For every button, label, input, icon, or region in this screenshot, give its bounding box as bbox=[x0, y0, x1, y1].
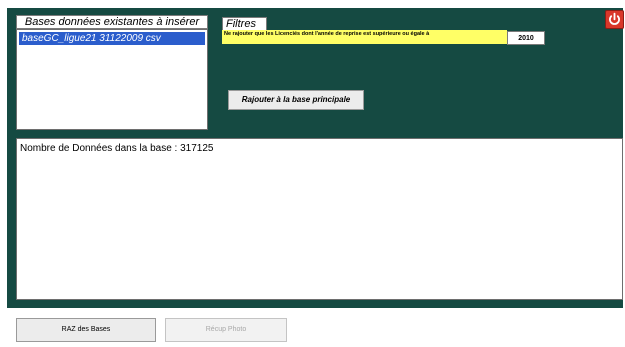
power-button[interactable] bbox=[605, 10, 624, 29]
data-area[interactable]: Nombre de Données dans la base : 317125 bbox=[16, 138, 623, 300]
power-icon bbox=[609, 12, 620, 25]
bases-list[interactable]: baseGC_ligue21 31122009 csv bbox=[16, 29, 208, 130]
filters-label: Filtres bbox=[222, 17, 267, 31]
add-to-main-base-button[interactable]: Rajouter à la base principale bbox=[228, 90, 364, 110]
photo-recovery-button[interactable]: Récup Photo bbox=[165, 318, 287, 342]
reset-bases-button[interactable]: RAZ des Bases bbox=[16, 318, 156, 342]
data-count-text: Nombre de Données dans la base : 317125 bbox=[20, 143, 214, 154]
list-item[interactable]: baseGC_ligue21 31122009 csv bbox=[19, 32, 205, 45]
bases-label: Bases données existantes à insérer bbox=[16, 15, 208, 29]
year-input[interactable] bbox=[507, 31, 545, 45]
filter-description: Ne rajouter que les Licenciés dont l'ann… bbox=[222, 30, 507, 44]
